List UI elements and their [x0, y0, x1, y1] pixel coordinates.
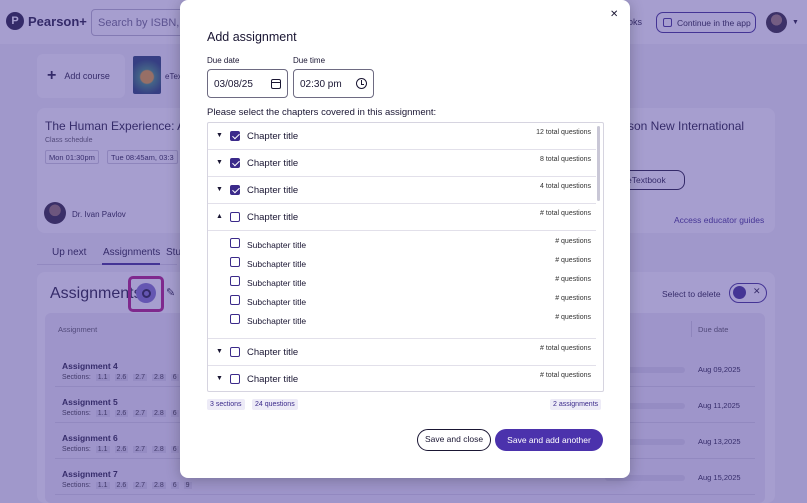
chapter-checkbox[interactable]	[230, 347, 240, 357]
question-count: 12 total questions	[536, 129, 591, 136]
subchapter-title: Subchapter title	[247, 316, 307, 326]
chapter-title: Chapter title	[247, 374, 299, 385]
due-date-field[interactable]: 03/08/25	[207, 69, 288, 98]
chevron-down-icon[interactable]: ▼	[216, 348, 223, 355]
subchapter-checkbox[interactable]	[230, 295, 240, 305]
summary-sections-chip: 3 sections	[207, 399, 245, 410]
list-scrollbar[interactable]	[597, 126, 600, 201]
chapter-list: ▼ Chapter title 12 total questions ▼ Chapter…	[207, 122, 604, 392]
question-count: # total questions	[540, 345, 591, 352]
chapter-checkbox[interactable]	[230, 131, 240, 141]
subchapter-title: Subchapter title	[247, 278, 307, 288]
chapter-checkbox[interactable]	[230, 185, 240, 195]
subchapter-checkbox[interactable]	[230, 314, 240, 324]
subchapter-title: Subchapter title	[247, 297, 307, 307]
subchapter-row[interactable]: Subchapter title # questions	[208, 235, 596, 254]
due-date-value: 03/08/25	[214, 79, 253, 90]
chapter-checkbox[interactable]	[230, 374, 240, 384]
question-count: # total questions	[540, 372, 591, 379]
chapter-row[interactable]: ▲ Chapter title # total questions	[208, 204, 596, 231]
question-count: # questions	[555, 276, 591, 283]
subchapter-row[interactable]: Subchapter title # questions	[208, 292, 596, 311]
chapter-checkbox[interactable]	[230, 212, 240, 222]
summary-assignments-chip: 2 assignments	[550, 399, 602, 410]
calendar-icon[interactable]	[271, 79, 281, 89]
chapter-row[interactable]: ▼ Chapter title 4 total questions	[208, 177, 596, 204]
chapter-checkbox[interactable]	[230, 158, 240, 168]
subchapter-row[interactable]: Subchapter title # questions	[208, 254, 596, 273]
due-time-value: 02:30 pm	[300, 79, 342, 90]
save-and-add-another-button[interactable]: Save and add another	[495, 429, 603, 451]
question-count: # questions	[555, 295, 591, 302]
save-and-close-button[interactable]: Save and close	[417, 429, 491, 451]
question-count: # questions	[555, 314, 591, 321]
chevron-down-icon[interactable]: ▼	[216, 186, 223, 193]
subchapter-title: Subchapter title	[247, 259, 307, 269]
due-time-field[interactable]: 02:30 pm	[293, 69, 374, 98]
subchapter-checkbox[interactable]	[230, 257, 240, 267]
chapter-title: Chapter title	[247, 212, 299, 223]
due-time-label: Due time	[293, 56, 326, 65]
question-count: 8 total questions	[540, 156, 591, 163]
chapter-row[interactable]: ▼ Chapter title 12 total questions	[208, 123, 596, 150]
chevron-down-icon[interactable]: ▼	[216, 375, 223, 382]
summary-questions-chip: 24 questions	[252, 399, 298, 410]
chapter-row[interactable]: ▼ Chapter title # total questions	[208, 366, 596, 391]
chapter-title: Chapter title	[247, 185, 299, 196]
add-assignment-dialog: ✕ Add assignment Due date 03/08/25 Due t…	[180, 0, 630, 478]
dialog-title: Add assignment	[207, 30, 297, 44]
question-count: 4 total questions	[540, 183, 591, 190]
chevron-down-icon[interactable]: ▼	[216, 159, 223, 166]
subchapter-row[interactable]: Subchapter title # questions	[208, 311, 596, 339]
chapter-row[interactable]: ▼ Chapter title 8 total questions	[208, 150, 596, 177]
chapter-title: Chapter title	[247, 131, 299, 142]
subchapter-checkbox[interactable]	[230, 238, 240, 248]
clock-icon[interactable]	[356, 78, 367, 89]
question-count: # questions	[555, 257, 591, 264]
chapter-row[interactable]: ▼ Chapter title # total questions	[208, 339, 596, 366]
subchapter-checkbox[interactable]	[230, 276, 240, 286]
due-date-label: Due date	[207, 56, 240, 65]
chapter-title: Chapter title	[247, 158, 299, 169]
question-count: # total questions	[540, 210, 591, 217]
chapter-title: Chapter title	[247, 347, 299, 358]
chapter-instructions: Please select the chapters covered in th…	[207, 107, 437, 118]
chevron-down-icon[interactable]: ▼	[216, 132, 223, 139]
chevron-up-icon[interactable]: ▲	[216, 213, 223, 220]
close-icon[interactable]: ✕	[610, 9, 618, 20]
subchapter-row[interactable]: Subchapter title # questions	[208, 273, 596, 292]
question-count: # questions	[555, 238, 591, 245]
subchapter-title: Subchapter title	[247, 240, 307, 250]
